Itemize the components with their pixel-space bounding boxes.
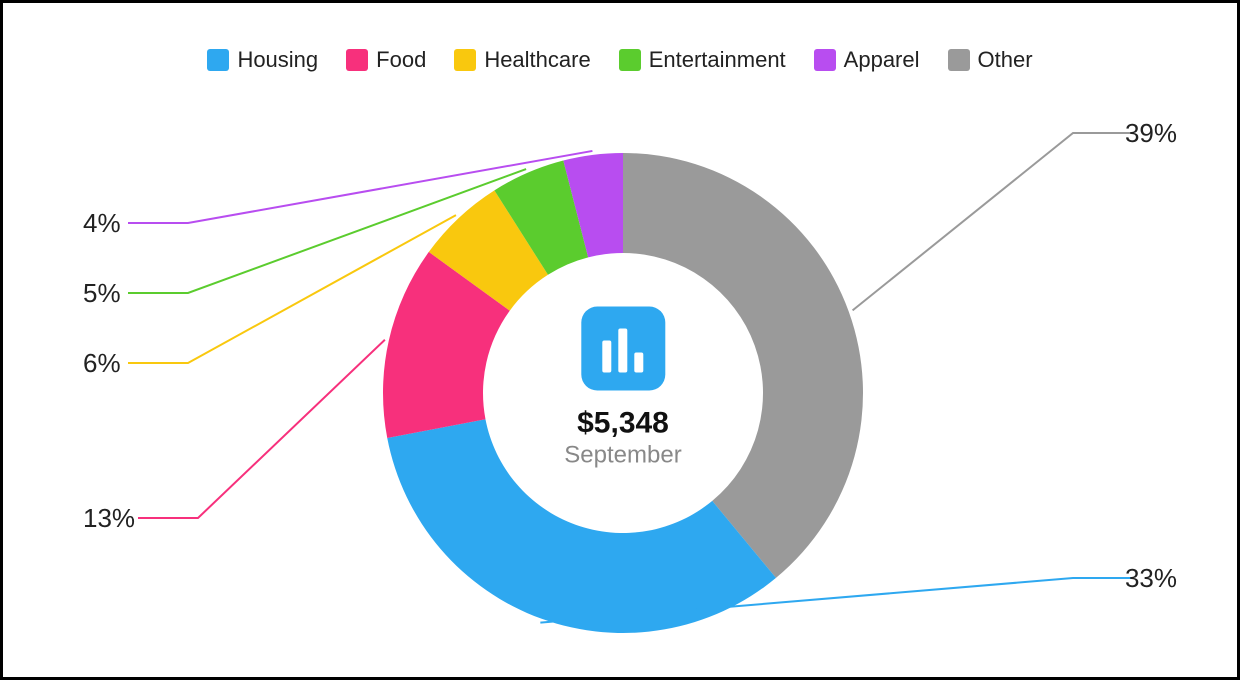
pct-label-entertainment: 5% [83, 278, 121, 309]
leader-other [853, 133, 1133, 310]
chart-frame: Housing Food Healthcare Entertainment Ap… [0, 0, 1240, 680]
donut-chart [3, 3, 1240, 683]
slice-other [623, 153, 863, 578]
pct-label-apparel: 4% [83, 208, 121, 239]
pct-label-healthcare: 6% [83, 348, 121, 379]
pct-label-food: 13% [83, 503, 135, 534]
slice-housing [387, 419, 776, 633]
pct-label-housing: 33% [1125, 563, 1177, 594]
leader-food [138, 340, 385, 518]
pct-label-other: 39% [1125, 118, 1177, 149]
